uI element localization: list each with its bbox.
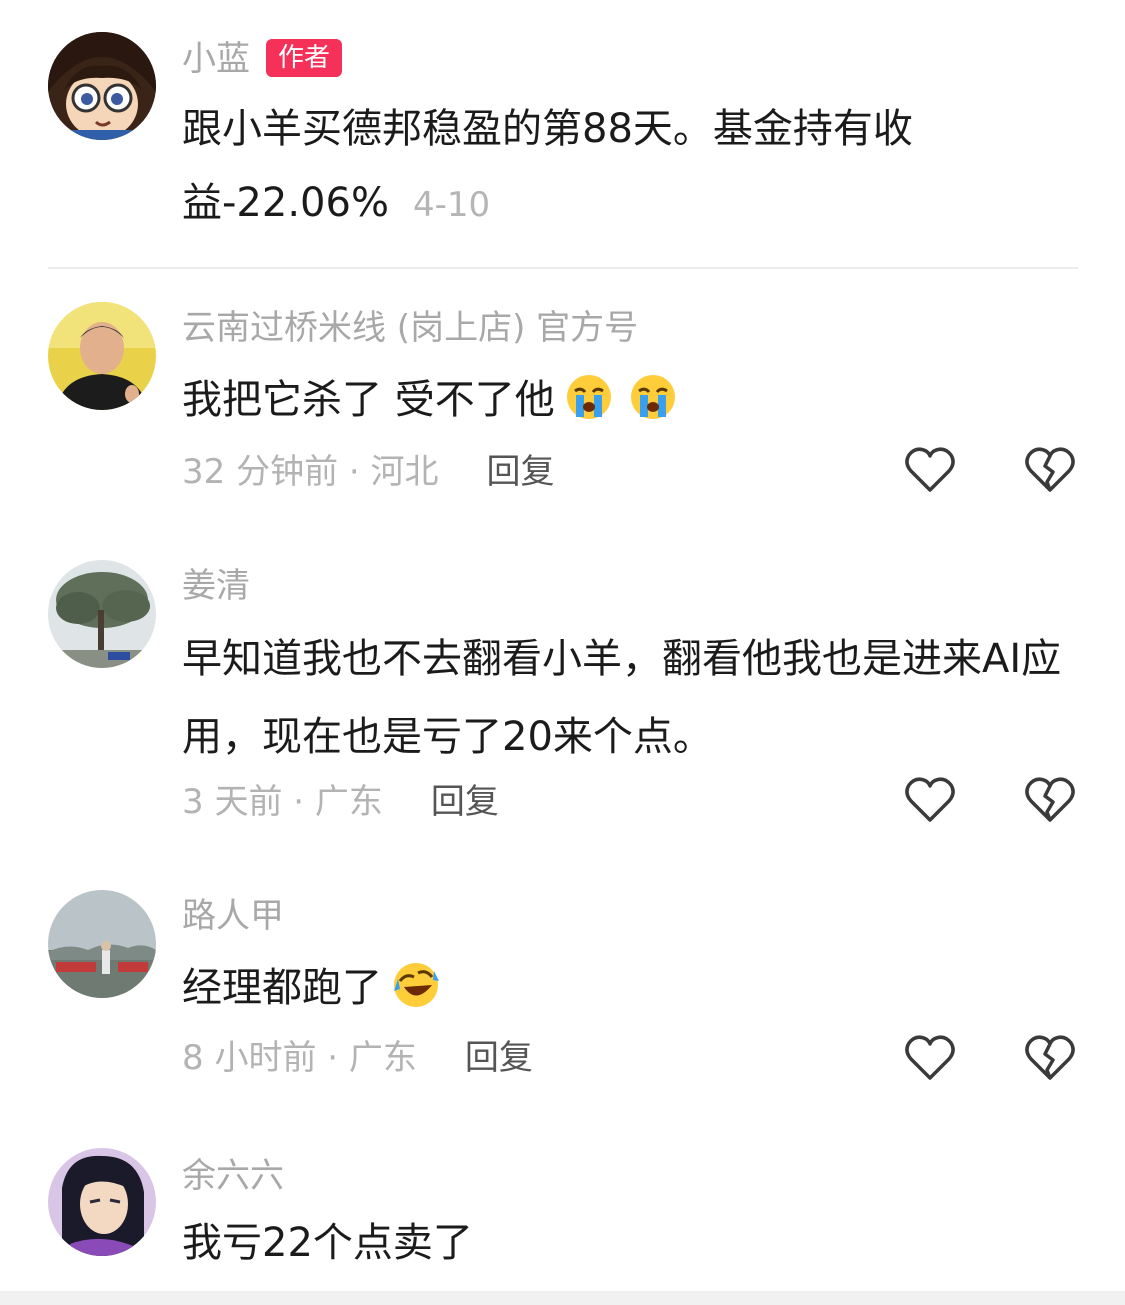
timestamp-location: 3 天前 · 广东 xyxy=(182,782,383,822)
comment-meta: 32 分钟前 · 河北 回复 xyxy=(182,450,555,494)
comment-item: 路人甲 经理都跑了 8 小时前 · 广东 回复 xyxy=(0,860,1125,1120)
divider xyxy=(48,267,1078,269)
timestamp-location: 32 分钟前 · 河北 xyxy=(182,452,439,492)
loudly-crying-face-icon xyxy=(630,375,675,419)
comment-text-line2: 益-22.06% xyxy=(182,180,389,226)
comment-text-line1: 跟小羊买德邦稳盈的第88天。基金持有收 xyxy=(182,106,913,152)
username[interactable]: 路人甲 xyxy=(182,894,284,938)
broken-heart-icon[interactable] xyxy=(1024,446,1076,494)
broken-heart-icon[interactable] xyxy=(1024,776,1076,824)
comment-text: 早知道我也不去翻看小羊，翻看他我也是进来AI应用，现在也是亏了20来个点。 xyxy=(182,636,1062,760)
timestamp-location: 8 小时前 · 广东 xyxy=(182,1038,417,1078)
comment-text: 经理都跑了 xyxy=(182,948,1072,1028)
comment-text-content: 我把它杀了 受不了他 xyxy=(182,377,555,423)
avatar[interactable] xyxy=(48,890,156,998)
broken-heart-icon[interactable] xyxy=(1024,1034,1076,1082)
rolling-laughing-face-icon xyxy=(394,963,439,1007)
heart-outline-icon[interactable] xyxy=(904,776,956,824)
loudly-crying-face-icon xyxy=(566,375,611,419)
avatar[interactable] xyxy=(48,560,156,668)
comment-text-content: 经理都跑了 xyxy=(182,965,382,1011)
comment-meta: 8 小时前 · 广东 回复 xyxy=(182,1036,533,1080)
reply-button[interactable]: 回复 xyxy=(431,782,499,822)
comment-item: 小蓝 作者 跟小羊买德邦稳盈的第88天。基金持有收 益-22.06% 4-10 xyxy=(0,0,1125,267)
username[interactable]: 余六六 xyxy=(182,1154,284,1198)
comment-text: 我亏22个点卖了 xyxy=(182,1220,473,1266)
username[interactable]: 云南过桥米线 (岗上店) 官方号 xyxy=(182,306,638,350)
comment-text: 我把它杀了 受不了他 xyxy=(182,360,1072,440)
avatar[interactable] xyxy=(48,1148,156,1256)
heart-outline-icon[interactable] xyxy=(904,1034,956,1082)
author-badge: 作者 xyxy=(266,39,343,77)
avatar[interactable] xyxy=(48,302,156,410)
username-text[interactable]: 小蓝 xyxy=(182,39,250,79)
bottom-fade xyxy=(0,1291,1125,1305)
reply-button[interactable]: 回复 xyxy=(487,452,555,492)
comment-meta: 3 天前 · 广东 回复 xyxy=(182,780,499,824)
comment-item: 云南过桥米线 (岗上店) 官方号 我把它杀了 受不了他 32 分钟前 · 河北 回… xyxy=(0,270,1125,530)
reply-button[interactable]: 回复 xyxy=(465,1038,533,1078)
comment-text: 跟小羊买德邦稳盈的第88天。基金持有收 益-22.06% 4-10 xyxy=(182,92,1072,242)
comment-item: 姜清 早知道我也不去翻看小羊，翻看他我也是进来AI应用，现在也是亏了20来个点。… xyxy=(0,530,1125,860)
avatar[interactable] xyxy=(48,32,156,140)
comment-date: 4-10 xyxy=(412,185,491,225)
username[interactable]: 小蓝 作者 xyxy=(182,37,343,81)
heart-outline-icon[interactable] xyxy=(904,446,956,494)
comment-item: 余六六 我亏22个点卖了 xyxy=(0,1120,1125,1291)
username[interactable]: 姜清 xyxy=(182,564,250,608)
